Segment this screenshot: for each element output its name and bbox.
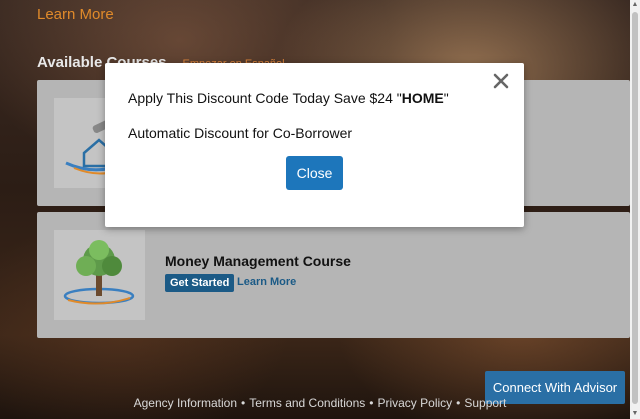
close-icon[interactable] bbox=[492, 72, 510, 90]
footer-separator: • bbox=[456, 396, 461, 410]
footer-separator: • bbox=[241, 396, 246, 410]
discount-message-prefix: Apply This Discount Code Today Save $24 … bbox=[128, 90, 402, 106]
scroll-down-arrow-icon[interactable]: ▼ bbox=[631, 410, 639, 418]
close-button[interactable]: Close bbox=[286, 156, 343, 190]
footer-link-privacy[interactable]: Privacy Policy bbox=[377, 396, 452, 410]
footer-link-support[interactable]: Support bbox=[464, 396, 506, 410]
footer-link-terms[interactable]: Terms and Conditions bbox=[249, 396, 365, 410]
co-borrower-message: Automatic Discount for Co-Borrower bbox=[128, 125, 353, 141]
scrollbar-thumb[interactable] bbox=[632, 12, 638, 404]
discount-code: HOME bbox=[401, 90, 444, 106]
footer: Agency Information • Terms and Condition… bbox=[0, 396, 640, 410]
scrollbar[interactable]: ▲ ▼ bbox=[630, 0, 640, 419]
scroll-up-arrow-icon[interactable]: ▲ bbox=[631, 1, 639, 9]
discount-message-suffix: " bbox=[443, 90, 449, 106]
footer-separator: • bbox=[369, 396, 374, 410]
discount-modal: Apply This Discount Code Today Save $24 … bbox=[105, 63, 524, 227]
discount-message: Apply This Discount Code Today Save $24 … bbox=[128, 90, 449, 106]
footer-link-agency[interactable]: Agency Information bbox=[134, 396, 237, 410]
